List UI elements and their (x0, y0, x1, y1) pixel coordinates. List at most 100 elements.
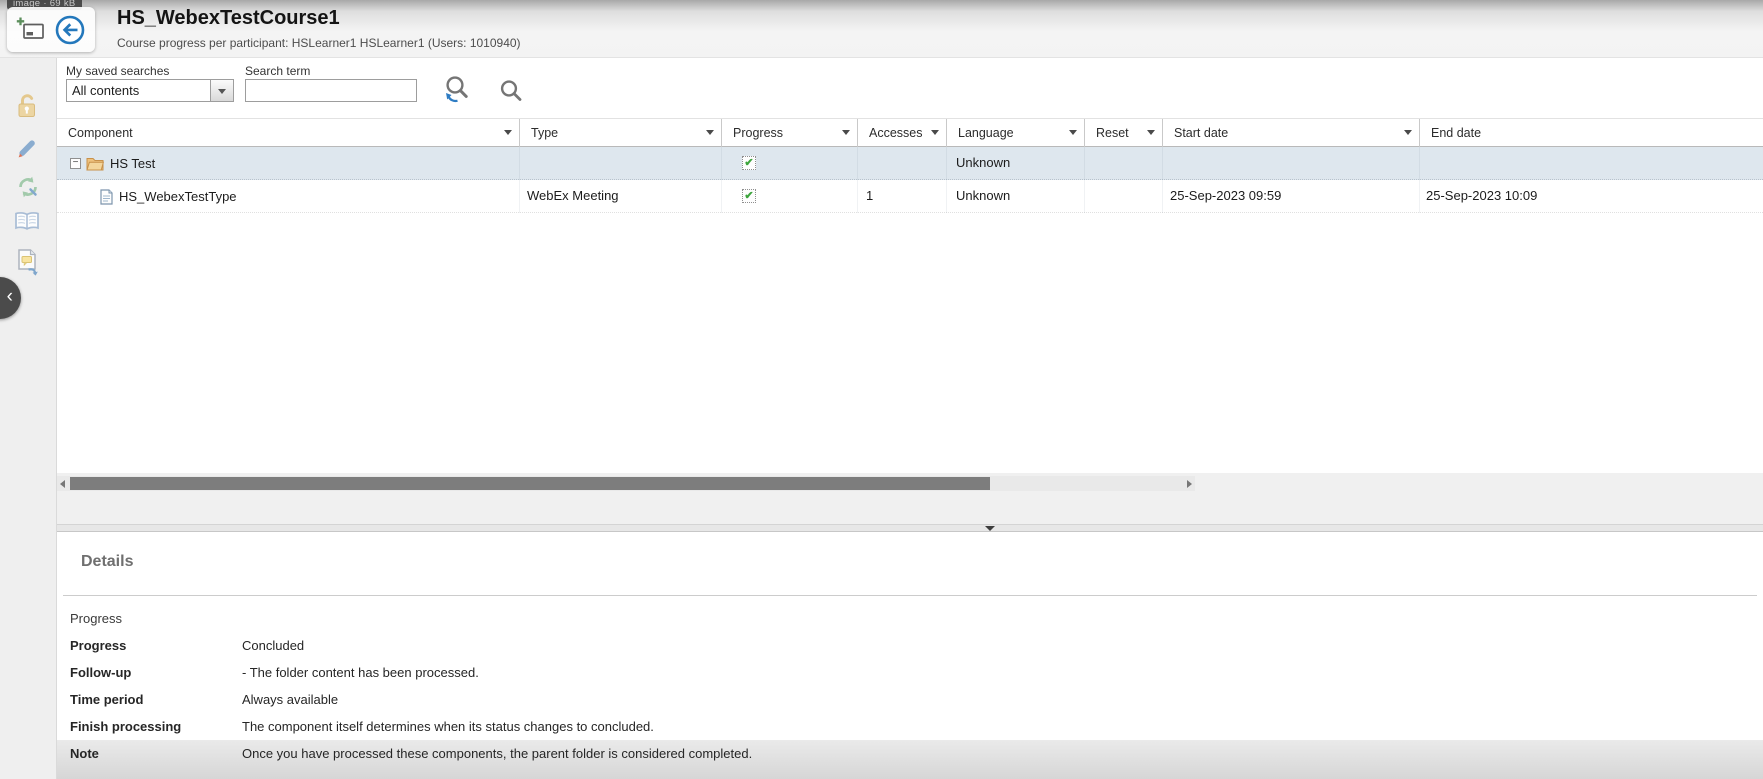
detail-value: Once you have processed these components… (242, 746, 1763, 761)
filter-arrow-icon[interactable] (1404, 130, 1412, 135)
saved-searches-label: My saved searches (66, 64, 169, 78)
details-row-note: Note Once you have processed these compo… (57, 740, 1763, 779)
detail-label: Time period (70, 692, 242, 707)
column-header-progress[interactable]: Progress (722, 119, 858, 147)
start-date-cell: 25-Sep-2023 09:59 (1163, 180, 1420, 213)
search-icon (497, 78, 525, 106)
table-header: Component Type Progress Accesses Languag… (57, 118, 1763, 147)
edit-button[interactable] (15, 136, 39, 165)
column-header-reset[interactable]: Reset (1085, 119, 1163, 147)
collapse-expander[interactable]: − (70, 158, 81, 169)
toolbar-sidebar (0, 57, 57, 779)
chevron-left-icon: ‹ (7, 286, 13, 307)
check-icon: ✔ (744, 157, 753, 169)
type-cell: WebEx Meeting (520, 180, 722, 213)
progress-concluded-checkbox: ✔ (742, 189, 756, 203)
language-cell: Unknown (947, 180, 1085, 213)
report-export-button[interactable] (15, 248, 41, 281)
horizontal-scrollbar[interactable] (57, 476, 1195, 491)
dropdown-arrow-button[interactable] (210, 80, 233, 101)
detail-label: Follow-up (70, 665, 242, 680)
search-term-label: Search term (245, 64, 310, 78)
table-row-folder[interactable]: − HS Test ✔ Unknown (57, 147, 1763, 180)
history-button[interactable] (15, 174, 41, 205)
filter-arrow-icon[interactable] (1147, 130, 1155, 135)
filter-arrow-icon[interactable] (842, 130, 850, 135)
details-divider (63, 595, 1757, 596)
arrow-left-icon (60, 480, 65, 488)
progress-cell: ✔ (722, 180, 858, 213)
type-cell (520, 147, 722, 180)
search-button[interactable] (497, 78, 525, 111)
edit-pencil-icon (15, 136, 39, 160)
filter-arrow-icon[interactable] (1069, 130, 1077, 135)
details-panel: Details Progress Progress Concluded Foll… (57, 532, 1763, 779)
panel-splitter[interactable] (57, 524, 1763, 532)
header-button-group (7, 7, 95, 52)
book-icon (13, 211, 41, 233)
search-reset-icon (440, 73, 474, 109)
reset-cell (1085, 147, 1163, 180)
details-section-title: Progress (57, 605, 1763, 632)
detail-value: The component itself determines when its… (242, 719, 1763, 734)
saved-searches-selected-value: All contents (67, 80, 210, 101)
end-date-cell: 25-Sep-2023 10:09 (1420, 180, 1763, 213)
splitter-collapse-arrow-icon[interactable] (985, 526, 995, 531)
page-title: HS_WebexTestCourse1 (117, 7, 340, 30)
progress-cell: ✔ (722, 147, 858, 180)
title-bar: image · 69 kB HS_WebexTestCourse1 Course… (0, 0, 1763, 58)
column-header-start-date[interactable]: Start date (1163, 119, 1420, 147)
new-structure-button[interactable] (16, 16, 46, 49)
table-row-component[interactable]: HS_WebexTestType WebEx Meeting ✔ 1 Unkno… (57, 180, 1763, 213)
saved-searches-dropdown[interactable]: All contents (66, 79, 234, 102)
detail-label: Note (70, 746, 242, 761)
check-icon: ✔ (744, 190, 753, 202)
arrow-right-icon (1187, 480, 1192, 488)
unlock-button[interactable] (15, 93, 39, 124)
column-header-language[interactable]: Language (947, 119, 1085, 147)
accesses-cell (858, 147, 947, 180)
column-header-component[interactable]: Component (57, 119, 520, 147)
component-cell: HS_WebexTestType (57, 180, 520, 213)
filter-arrow-icon[interactable] (706, 130, 714, 135)
back-button[interactable] (54, 14, 86, 51)
column-header-end-date[interactable]: End date (1420, 119, 1763, 147)
reset-search-button[interactable] (440, 73, 474, 114)
scroll-left-arrow[interactable] (57, 476, 70, 491)
grid-pane: My saved searches All contents Search te… (57, 57, 1763, 473)
back-arrow-icon (54, 14, 86, 46)
search-term-input[interactable] (245, 79, 417, 102)
document-export-icon (15, 248, 41, 276)
progress-concluded-checkbox: ✔ (742, 156, 756, 170)
folder-icon (86, 156, 104, 171)
end-date-cell (1420, 147, 1763, 180)
scrollbar-thumb[interactable] (70, 477, 990, 490)
filter-arrow-icon[interactable] (931, 130, 939, 135)
main-pane: My saved searches All contents Search te… (57, 57, 1763, 779)
detail-label: Progress (70, 638, 242, 653)
history-refresh-icon (15, 174, 41, 200)
filter-arrow-icon[interactable] (504, 130, 512, 135)
start-date-cell (1163, 147, 1420, 180)
component-name: HS_WebexTestType (119, 181, 237, 213)
detail-value: Always available (242, 692, 1763, 707)
detail-label: Finish processing (70, 719, 242, 734)
component-name: HS Test (110, 148, 155, 180)
details-row-time-period: Time period Always available (57, 686, 1763, 713)
scroll-right-arrow[interactable] (1182, 476, 1195, 491)
document-icon (100, 189, 113, 205)
catalog-button[interactable] (13, 211, 41, 238)
details-row-finish-processing: Finish processing The component itself d… (57, 713, 1763, 740)
details-row-followup: Follow-up - The folder content has been … (57, 659, 1763, 686)
reset-cell (1085, 180, 1163, 213)
new-structure-icon (16, 16, 46, 44)
column-header-accesses[interactable]: Accesses (858, 119, 947, 147)
chevron-down-icon (218, 89, 226, 94)
language-cell: Unknown (947, 147, 1085, 180)
column-header-type[interactable]: Type (520, 119, 722, 147)
page-subtitle: Course progress per participant: HSLearn… (117, 36, 521, 50)
detail-value: Concluded (242, 638, 1763, 653)
details-heading: Details (81, 553, 1763, 571)
detail-value: - The folder content has been processed. (242, 665, 1763, 680)
unlock-icon (15, 93, 39, 119)
